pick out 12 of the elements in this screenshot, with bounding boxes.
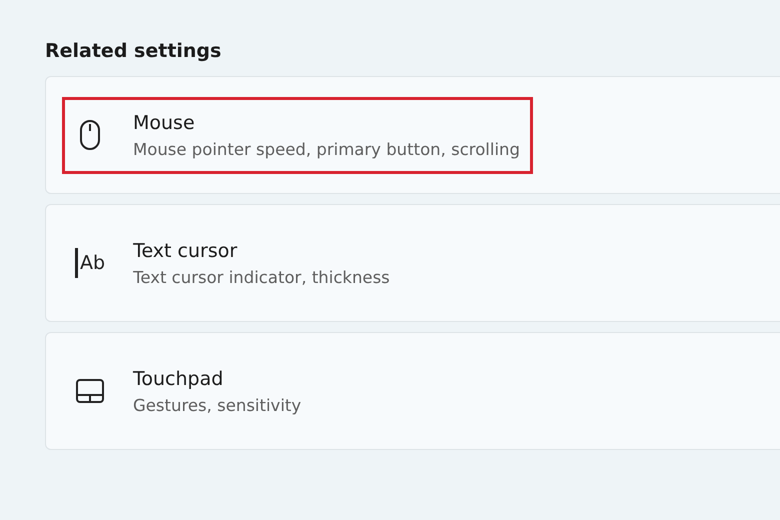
settings-card[interactable]: Touchpad Gestures, sensitivity <box>45 332 780 450</box>
settings-card[interactable]: Mouse Mouse pointer speed, primary button, scrolling <box>45 76 780 194</box>
setting-description: Text cursor indicator, thickness <box>133 268 390 286</box>
setting-title: Mouse <box>133 112 196 134</box>
settings-card[interactable]: Ab Text cursor Text cursor indicator, thickness <box>45 204 780 322</box>
setting-description: Gestures, sensitivity <box>133 396 302 414</box>
setting-title: Touchpad <box>133 368 224 390</box>
touchpad-icon <box>76 379 104 403</box>
section-heading: Related settings <box>45 40 222 62</box>
setting-description: Mouse pointer speed, primary button, scrolling <box>133 140 520 158</box>
setting-title: Text cursor <box>133 240 238 262</box>
mouse-icon <box>80 120 100 150</box>
